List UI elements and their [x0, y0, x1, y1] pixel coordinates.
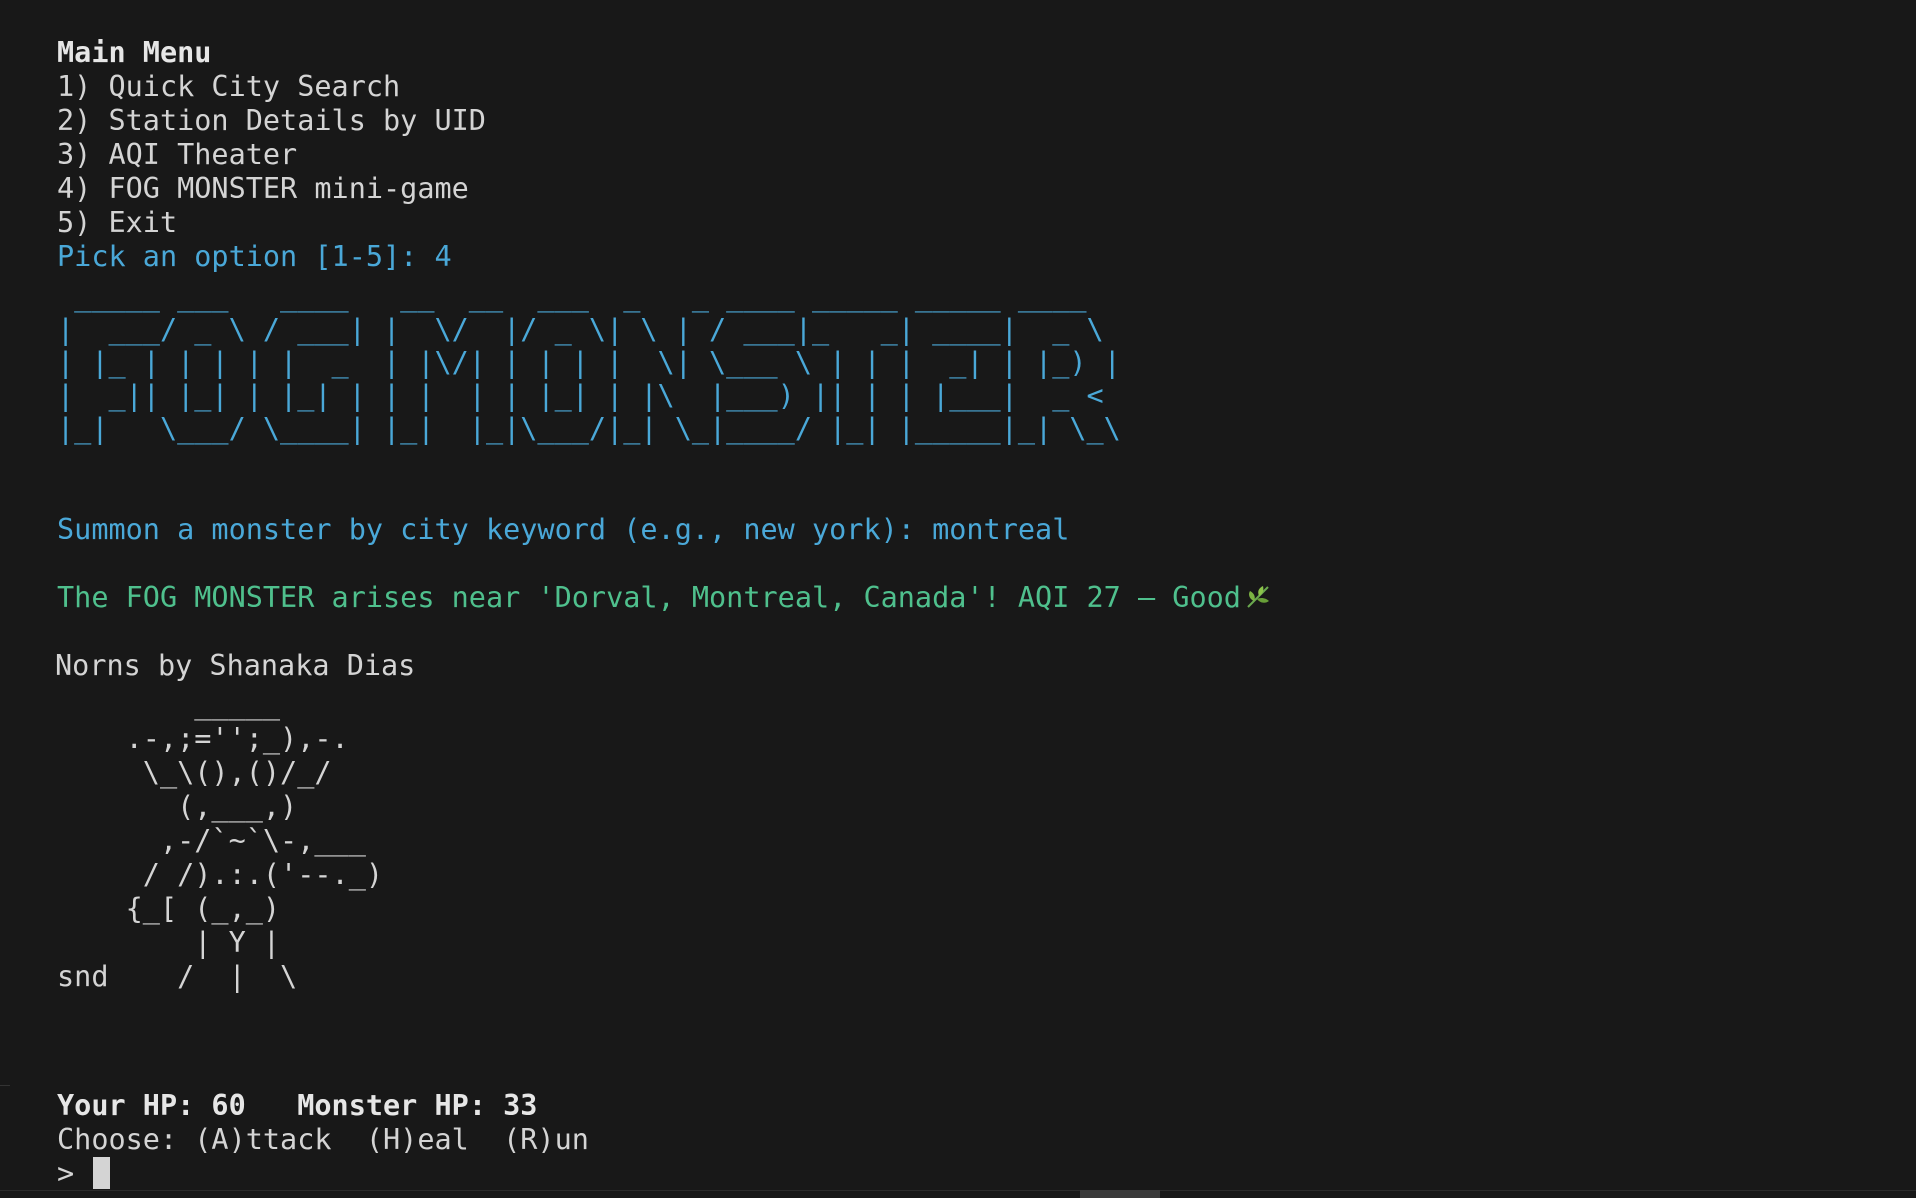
- your-hp: Your HP: 60: [57, 1089, 246, 1122]
- input-prompt-symbol: >: [57, 1157, 92, 1190]
- menu-title: Main Menu: [57, 36, 212, 69]
- menu-item-quick-city-search: 1) Quick City Search: [57, 70, 401, 103]
- panel-bottom-border: [0, 1190, 1916, 1191]
- arise-message: The FOG MONSTER arises near 'Dorval, Mon…: [57, 581, 1241, 614]
- arise-message-line: The FOG MONSTER arises near 'Dorval, Mon…: [57, 581, 1271, 615]
- option-prompt: Pick an option [1-5]: 4: [57, 240, 452, 273]
- monster-hp: Monster HP: 33: [297, 1089, 538, 1122]
- text-cursor[interactable]: [93, 1157, 111, 1189]
- clipped-previous-line: - - - - - - - - - - - - - - - - - - - - …: [57, 0, 966, 12]
- menu-item-exit: 5) Exit: [57, 206, 178, 239]
- menu-item-aqi-theater: 3) AQI Theater: [57, 138, 298, 171]
- fog-monster-banner: _____ ___ ____ __ __ ___ _ _ ____ _____ …: [57, 280, 1121, 445]
- herb-leaf-icon: [1245, 584, 1271, 610]
- norns-ascii-art: _____ .-,;='';_),-. \_\(),()/_/ (,___,) …: [57, 688, 384, 993]
- hp-status-line: Your HP: 60 Monster HP: 33: [57, 1089, 537, 1123]
- art-title: Norns by Shanaka Dias: [55, 649, 416, 682]
- horizontal-scrollbar-thumb[interactable]: [1080, 1190, 1160, 1198]
- panel-edge-marker: [0, 1085, 10, 1086]
- terminal-output: - - - - - - - - - - - - - - - - - - - - …: [55, 0, 1897, 1198]
- menu-item-fog-monster: 4) FOG MONSTER mini-game: [57, 172, 469, 205]
- summon-prompt: Summon a monster by city keyword (e.g., …: [57, 513, 1070, 546]
- menu-item-station-details: 2) Station Details by UID: [57, 104, 486, 137]
- command-input-line[interactable]: >: [57, 1157, 111, 1191]
- choose-action-line: Choose: (A)ttack (H)eal (R)un: [57, 1123, 589, 1156]
